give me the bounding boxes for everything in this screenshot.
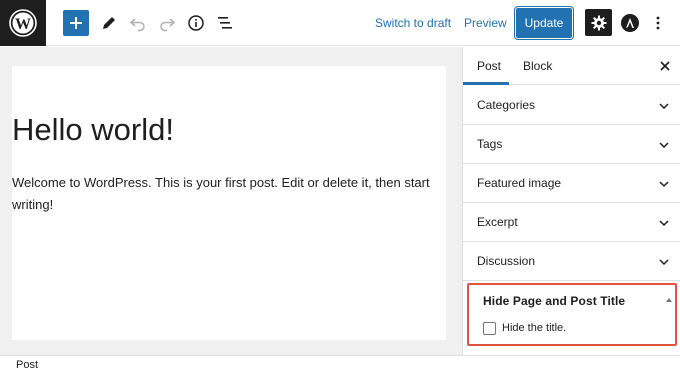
options-button[interactable] — [646, 11, 670, 35]
astra-logo-icon — [621, 14, 639, 32]
breadcrumb-post[interactable]: Post — [16, 359, 38, 371]
panel-discussion[interactable]: Discussion — [463, 242, 680, 281]
panel-categories[interactable]: Categories — [463, 86, 680, 125]
undo-icon — [129, 18, 145, 32]
editor-header: W Switch to draft Preview Update — [0, 0, 680, 46]
panel-label: Categories — [477, 98, 536, 112]
svg-text:W: W — [15, 16, 31, 33]
active-tab-indicator — [463, 82, 509, 85]
undo-button[interactable] — [126, 11, 150, 35]
panel-hide-title-heading[interactable]: Hide Page and Post Title — [483, 294, 625, 308]
hide-title-checkbox[interactable] — [483, 322, 496, 335]
chevron-down-icon — [659, 142, 669, 149]
plus-icon — [70, 17, 82, 29]
redo-button[interactable] — [155, 11, 179, 35]
panel-hide-title: Hide Page and Post Title Hide the title. — [467, 283, 677, 346]
panel-featured-image[interactable]: Featured image — [463, 164, 680, 203]
post-title[interactable]: Hello world! — [12, 112, 174, 148]
switch-to-draft-button[interactable]: Switch to draft — [375, 15, 451, 31]
redo-icon — [160, 18, 176, 32]
chevron-down-icon — [659, 259, 669, 266]
chevron-down-icon — [659, 220, 669, 227]
details-button[interactable] — [184, 11, 208, 35]
settings-button[interactable] — [585, 9, 612, 36]
info-icon — [188, 15, 204, 31]
gear-icon — [591, 15, 606, 30]
paragraph-block[interactable]: Welcome to WordPress. This is your first… — [12, 172, 432, 216]
pencil-icon — [103, 17, 115, 29]
tab-block[interactable]: Block — [523, 59, 552, 73]
list-view-icon — [218, 17, 232, 29]
collapse-arrow-icon[interactable] — [665, 296, 673, 304]
block-breadcrumb-bar: Post — [0, 355, 680, 371]
panel-tags[interactable]: Tags — [463, 125, 680, 164]
panel-label: Excerpt — [477, 215, 518, 229]
close-sidebar-button[interactable] — [656, 57, 674, 75]
tab-post[interactable]: Post — [477, 59, 501, 73]
close-icon — [660, 61, 670, 71]
sidebar-tabs: Post Block — [463, 47, 680, 85]
preview-button[interactable]: Preview — [464, 15, 507, 31]
panel-label: Featured image — [477, 176, 562, 190]
panel-label: Tags — [477, 137, 503, 151]
list-view-button[interactable] — [213, 11, 237, 35]
tools-button[interactable] — [97, 11, 121, 35]
hide-title-checkbox-label[interactable]: Hide the title. — [502, 322, 566, 334]
wordpress-logo-icon[interactable]: W — [0, 0, 46, 46]
astra-settings-button[interactable] — [618, 11, 642, 35]
panel-label: Discussion — [477, 254, 536, 268]
vertical-ellipsis-icon — [656, 16, 660, 30]
chevron-down-icon — [659, 103, 669, 110]
add-block-button[interactable] — [63, 10, 89, 36]
panel-excerpt[interactable]: Excerpt — [463, 203, 680, 242]
chevron-down-icon — [659, 181, 669, 188]
update-button[interactable]: Update — [516, 8, 572, 38]
